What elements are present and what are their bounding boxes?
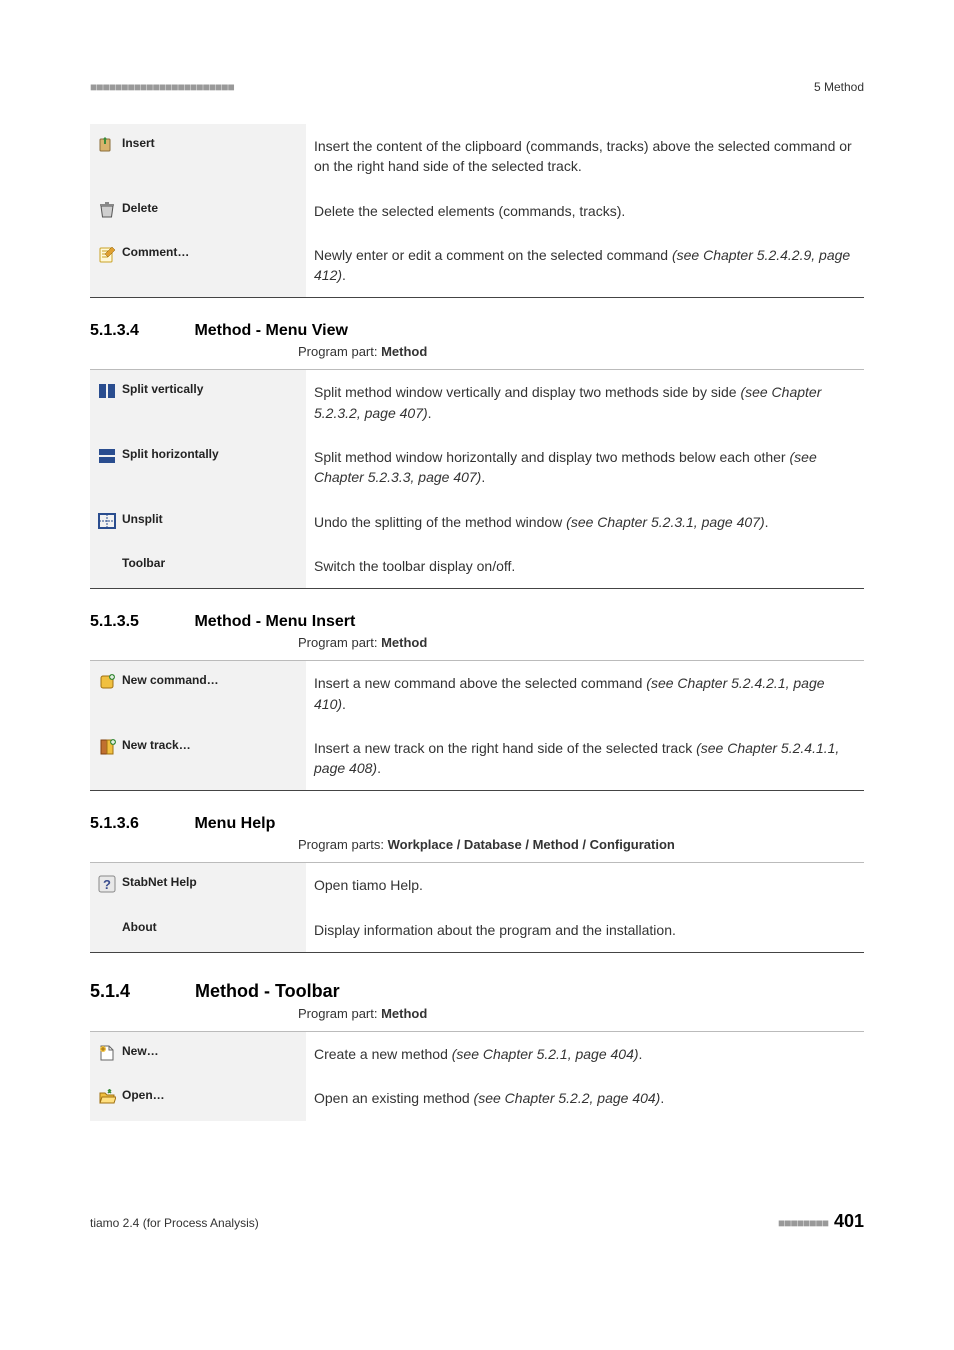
section-number: 5.1.3.4 [90, 322, 190, 340]
section-subtitle: Program part: Method [298, 1006, 864, 1021]
table-row: New command… Insert a new command above … [90, 661, 864, 726]
table-row: About Display information about the prog… [90, 908, 864, 952]
menu-item-label: Open… [122, 1088, 165, 1102]
menu-item-label: Comment… [122, 245, 189, 259]
section-subtitle: Program part: Method [298, 344, 864, 359]
section-heading-514: 5.1.4 Method - Toolbar [90, 981, 864, 1002]
menu-item-label: About [122, 920, 157, 934]
menu-item-description: Switch the toolbar display on/off. [306, 544, 864, 588]
open-folder-icon [98, 1088, 116, 1106]
table-row: Comment… Newly enter or edit a comment o… [90, 233, 864, 298]
table-row: Split vertically Split method window ver… [90, 370, 864, 435]
section-title: Method - Menu Insert [194, 613, 355, 630]
help-icon [98, 875, 116, 893]
table-row: StabNet Help Open tiamo Help. [90, 863, 864, 907]
table-row: Open… Open an existing method (see Chapt… [90, 1076, 864, 1120]
page-footer: tiamo 2.4 (for Process Analysis) ■■■■■■■… [90, 1211, 864, 1232]
page-header: ■■■■■■■■■■■■■■■■■■■■■■■ 5 Method [90, 80, 864, 94]
table-row: Insert Insert the content of the clipboa… [90, 124, 864, 189]
menu-item-description: Create a new method (see Chapter 5.2.1, … [306, 1032, 864, 1076]
table-row: Split horizontally Split method window h… [90, 435, 864, 500]
blank-icon [98, 920, 116, 938]
section-title: Method - Menu View [194, 322, 347, 339]
new-file-icon [98, 1044, 116, 1062]
section-title: Method - Toolbar [195, 981, 340, 1001]
menu-item-description: Undo the splitting of the method window … [306, 500, 864, 544]
menu-item-description: Display information about the program an… [306, 908, 864, 952]
split-vertically-icon [98, 382, 116, 400]
menu-item-description: Insert a new track on the right hand sid… [306, 726, 864, 791]
section-number: 5.1.3.5 [90, 613, 190, 631]
menu-item-label: Toolbar [122, 556, 165, 570]
menu-item-description: Split method window horizontally and dis… [306, 435, 864, 500]
menu-item-description: Open an existing method (see Chapter 5.2… [306, 1076, 864, 1120]
menu-item-label: StabNet Help [122, 875, 197, 889]
footer-left: tiamo 2.4 (for Process Analysis) [90, 1216, 259, 1230]
menu-item-label: New command… [122, 673, 219, 687]
menu-item-label: Delete [122, 201, 158, 215]
footer-page-number: 401 [834, 1211, 864, 1232]
menu-item-label: Split vertically [122, 382, 203, 396]
delete-icon [98, 201, 116, 219]
split-horizontally-icon [98, 447, 116, 465]
header-chapter: 5 Method [814, 80, 864, 94]
section-subtitle: Program part: Method [298, 635, 864, 650]
section-title: Menu Help [194, 815, 275, 832]
section-heading-5135: 5.1.3.5 Method - Menu Insert [90, 613, 864, 631]
menu-view-table: Split vertically Split method window ver… [90, 369, 864, 589]
menu-item-label: New track… [122, 738, 191, 752]
table-row: New track… Insert a new track on the rig… [90, 726, 864, 791]
menu-item-description: Newly enter or edit a comment on the sel… [306, 233, 864, 298]
insert-icon [98, 136, 116, 154]
menu-item-description: Split method window vertically and displ… [306, 370, 864, 435]
menu-item-description: Open tiamo Help. [306, 863, 864, 907]
section-subtitle: Program parts: Workplace / Database / Me… [298, 837, 864, 852]
section-number: 5.1.3.6 [90, 815, 190, 833]
menu-item-label: Split horizontally [122, 447, 219, 461]
comment-icon [98, 245, 116, 263]
section-number: 5.1.4 [90, 981, 190, 1002]
unsplit-icon [98, 512, 116, 530]
table-row: New… Create a new method (see Chapter 5.… [90, 1032, 864, 1076]
section-heading-5134: 5.1.3.4 Method - Menu View [90, 322, 864, 340]
new-command-icon [98, 673, 116, 691]
menu-help-table: StabNet Help Open tiamo Help. About Disp… [90, 862, 864, 953]
menu-insert-table: New command… Insert a new command above … [90, 660, 864, 791]
menu-item-label: Unsplit [122, 512, 163, 526]
menu-item-label: New… [122, 1044, 159, 1058]
table-row: Unsplit Undo the splitting of the method… [90, 500, 864, 544]
blank-icon [98, 556, 116, 574]
menu-item-description: Insert a new command above the selected … [306, 661, 864, 726]
footer-marks: ■■■■■■■■ [778, 1216, 828, 1230]
menu-item-description: Delete the selected elements (commands, … [306, 189, 864, 233]
menu-item-description: Insert the content of the clipboard (com… [306, 124, 864, 189]
table-row: Toolbar Switch the toolbar display on/of… [90, 544, 864, 588]
menu-item-label: Insert [122, 136, 155, 150]
table-row: Delete Delete the selected elements (com… [90, 189, 864, 233]
menu-edit-table: Insert Insert the content of the clipboa… [90, 124, 864, 298]
header-marks: ■■■■■■■■■■■■■■■■■■■■■■■ [90, 80, 234, 94]
section-heading-5136: 5.1.3.6 Menu Help [90, 815, 864, 833]
toolbar-table: New… Create a new method (see Chapter 5.… [90, 1031, 864, 1121]
new-track-icon [98, 738, 116, 756]
